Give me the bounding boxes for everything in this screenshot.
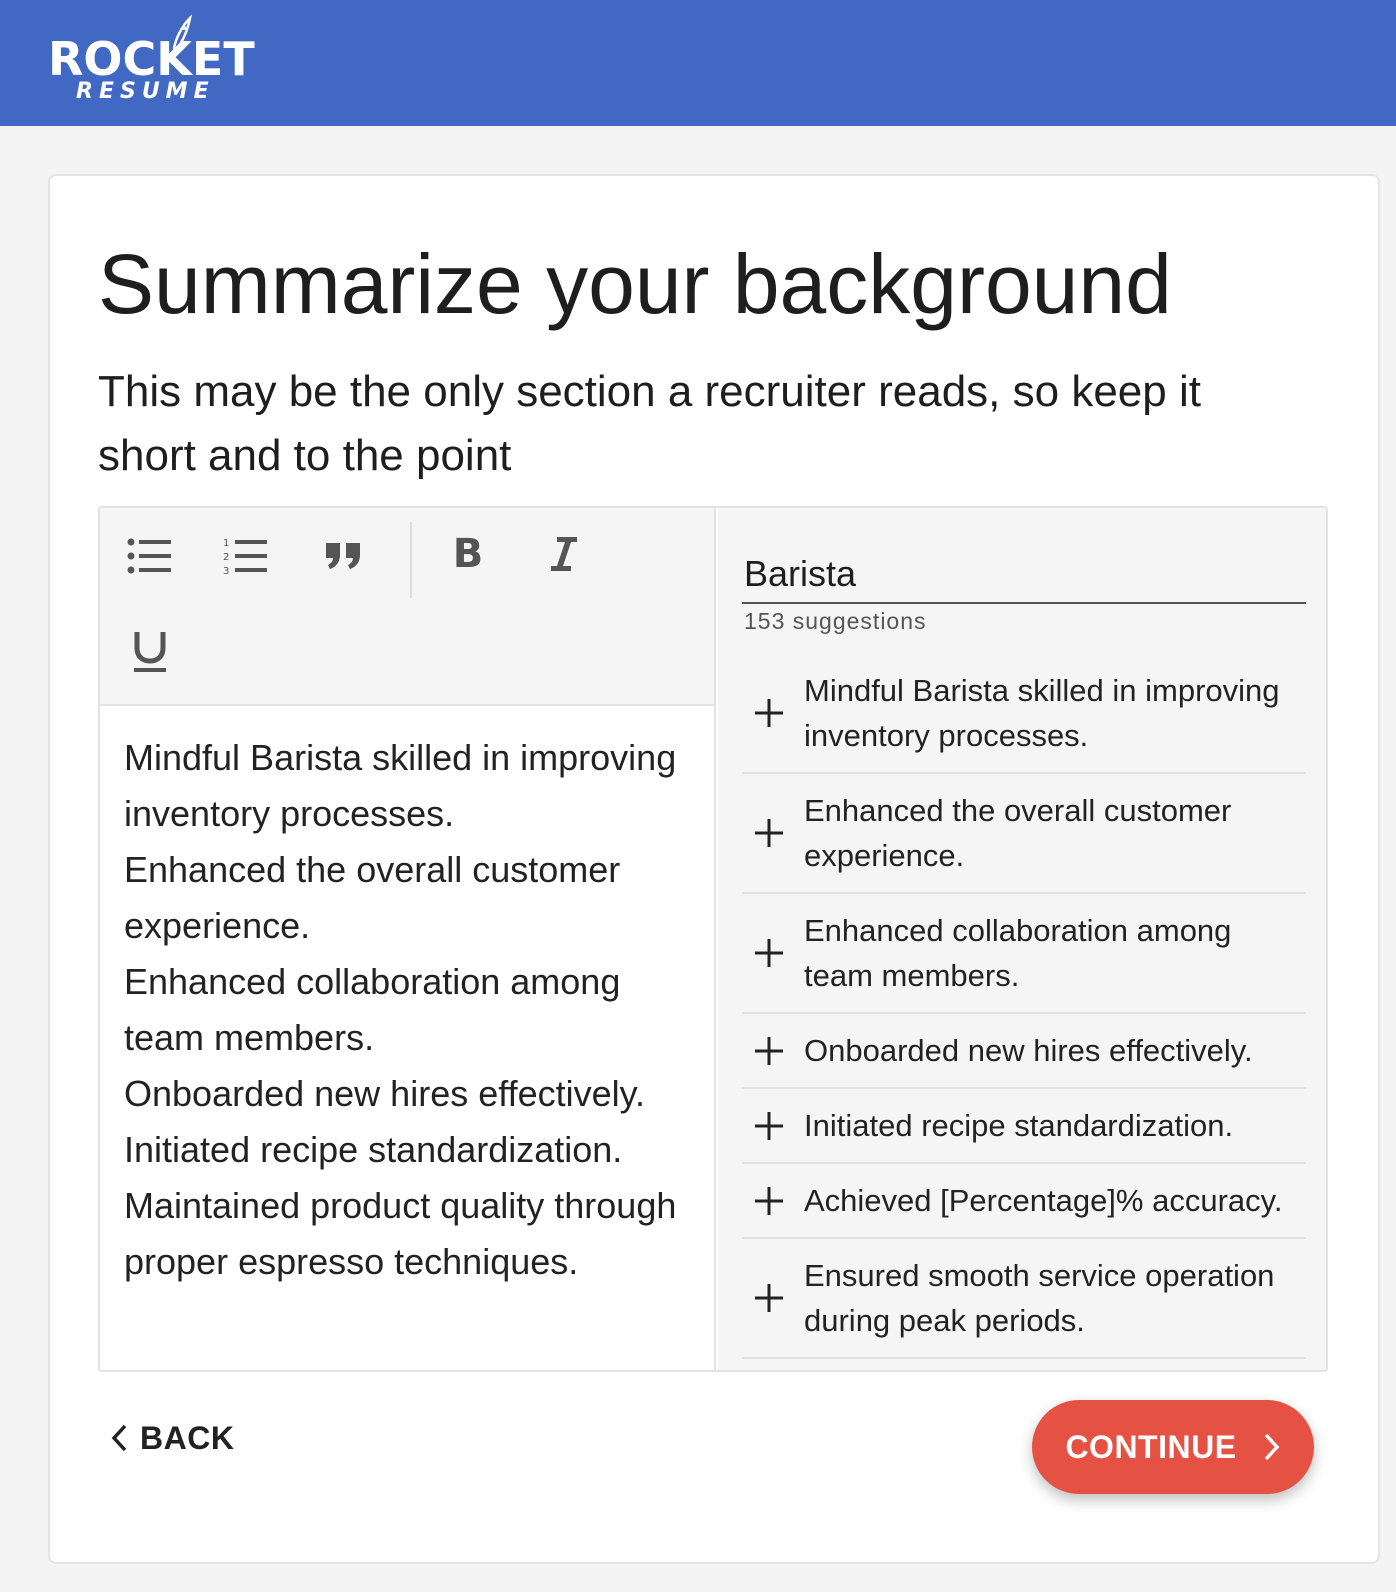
plus-icon <box>755 939 783 967</box>
continue-button-label: CONTINUE <box>1065 1428 1237 1465</box>
suggestion-item[interactable]: Enhanced the overall customer experience… <box>742 774 1306 894</box>
plus-icon <box>755 819 783 847</box>
italic-button[interactable] <box>534 524 594 584</box>
numbered-list-icon: 1 2 3 <box>223 538 267 576</box>
bold-button[interactable]: B <box>438 524 498 584</box>
top-header: ROCKET RESUME <box>0 0 1396 126</box>
suggestion-text: Enhanced collaboration among team member… <box>804 913 1232 993</box>
suggestion-item[interactable]: Achieved [Percentage]% accuracy. <box>742 1164 1306 1239</box>
plus-icon <box>755 699 783 727</box>
editor-line: Enhanced collaboration among team member… <box>124 961 621 1058</box>
suggestion-item[interactable]: Ensured smooth service operation during … <box>742 1239 1306 1359</box>
suggestions-pane: 153 suggestions Mindful Barista skilled … <box>718 508 1326 1370</box>
editor-content[interactable]: Mindful Barista skilled in improving inv… <box>124 730 694 1290</box>
logo-wordmark: ROCKET <box>48 32 255 86</box>
blockquote-button[interactable] <box>314 526 374 586</box>
suggestion-text: Initiated recipe standardization. <box>804 1108 1234 1143</box>
plus-icon <box>755 1036 783 1065</box>
suggestion-text: Mindful Barista skilled in improving inv… <box>804 673 1280 753</box>
editor-line: Enhanced the overall customer experience… <box>124 849 621 946</box>
editor-pane: 1 2 3 B Mindful Barista skilled in impro… <box>100 508 716 1370</box>
numbered-list-button[interactable]: 1 2 3 <box>216 526 276 586</box>
main-card: Summarize your background This may be th… <box>48 174 1380 1564</box>
suggestion-item[interactable]: Enhanced collaboration among team member… <box>742 894 1306 1014</box>
editor-line: Mindful Barista skilled in improving inv… <box>124 737 677 834</box>
job-title-search-input[interactable] <box>742 538 1306 604</box>
suggestion-item[interactable]: Mindful Barista skilled in improving inv… <box>742 654 1306 774</box>
page-title: Summarize your background <box>98 237 1172 331</box>
suggestion-text: Ensured smooth service operation during … <box>804 1258 1275 1338</box>
svg-text:2: 2 <box>223 552 229 563</box>
logo-subwordmark: RESUME <box>76 79 215 104</box>
suggestions-list: Mindful Barista skilled in improving inv… <box>742 654 1306 1359</box>
suggestion-text: Achieved [Percentage]% accuracy. <box>804 1183 1283 1218</box>
underline-icon <box>134 632 166 672</box>
continue-button[interactable]: CONTINUE <box>1032 1400 1314 1494</box>
bulleted-list-button[interactable] <box>120 526 180 586</box>
svg-text:1: 1 <box>223 538 229 549</box>
editor-line: Initiated recipe standardization. <box>124 1129 623 1170</box>
editor-line: Maintained product quality through prope… <box>124 1185 677 1282</box>
suggestion-item[interactable]: Onboarded new hires effectively. <box>742 1014 1306 1089</box>
summary-editor: 1 2 3 B Mindful Barista skilled in impro… <box>98 506 1328 1372</box>
suggestions-count: 153 suggestions <box>744 608 927 634</box>
suggestion-text: Onboarded new hires effectively. <box>804 1033 1253 1068</box>
page-subtitle: This may be the only section a recruiter… <box>98 367 1201 480</box>
plus-icon <box>755 1284 783 1312</box>
plus-icon <box>755 1186 783 1215</box>
bulleted-list-icon <box>127 538 171 574</box>
editor-line: Onboarded new hires effectively. <box>124 1073 645 1114</box>
bold-icon: B <box>452 531 484 577</box>
back-button[interactable]: BACK <box>110 1408 234 1468</box>
quote-icon <box>326 543 360 569</box>
editor-toolbar: 1 2 3 B <box>100 508 714 706</box>
plus-icon <box>755 1111 783 1140</box>
chevron-right-icon <box>1264 1433 1279 1461</box>
underline-button[interactable] <box>120 622 180 682</box>
toolbar-separator <box>410 522 412 598</box>
rocket-resume-logo[interactable]: ROCKET RESUME <box>46 14 255 110</box>
italic-icon <box>551 537 577 571</box>
chevron-left-icon <box>111 1424 127 1452</box>
suggestion-item[interactable]: Initiated recipe standardization. <box>742 1089 1306 1164</box>
back-button-label: BACK <box>140 1419 235 1456</box>
suggestion-text: Enhanced the overall customer experience… <box>804 793 1232 873</box>
svg-text:3: 3 <box>223 566 229 576</box>
